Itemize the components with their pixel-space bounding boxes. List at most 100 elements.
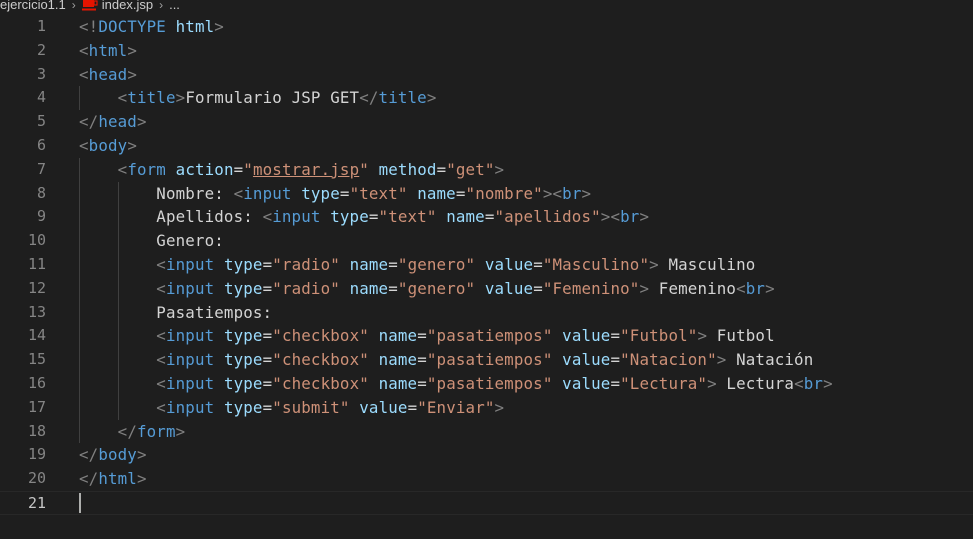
code-line[interactable]: 12 <input type="radio" name="genero" val… bbox=[0, 277, 973, 301]
code-line[interactable]: 8 Nombre: <input type="text" name="nombr… bbox=[0, 182, 973, 206]
code-line[interactable]: 6 <body> bbox=[0, 134, 973, 158]
code-token: > bbox=[175, 421, 186, 441]
code-line[interactable]: 10 Genero: bbox=[0, 229, 973, 253]
code-token: < bbox=[262, 207, 273, 227]
code-token: > bbox=[175, 88, 186, 108]
code-token: name bbox=[378, 374, 418, 393]
code-token: DOCTYPE bbox=[98, 17, 166, 36]
code-line[interactable]: 3 <head> bbox=[0, 63, 973, 87]
indent-guide bbox=[79, 157, 80, 444]
code-token: Femenino bbox=[649, 278, 737, 298]
code-token: > bbox=[494, 397, 505, 417]
code-token: = bbox=[407, 397, 418, 417]
code-token: </ bbox=[79, 469, 99, 489]
code-token: value bbox=[562, 374, 611, 393]
code-text: Nombre: <input type="text" name="nombre"… bbox=[79, 182, 591, 206]
code-token: "Natacion" bbox=[620, 350, 717, 370]
code-token: mostrar.jsp bbox=[252, 159, 360, 179]
code-token: "checkbox" bbox=[272, 374, 369, 393]
code-token: <! bbox=[79, 17, 99, 36]
code-text: </form> bbox=[79, 420, 186, 444]
code-token: > bbox=[581, 183, 592, 203]
code-line[interactable]: 13 Pasatiempos: bbox=[0, 301, 973, 325]
code-token: html bbox=[175, 17, 215, 36]
code-token: < bbox=[610, 207, 621, 227]
code-token: input bbox=[165, 255, 215, 274]
code-line[interactable]: 17 <input type="submit" value="Enviar"> bbox=[0, 396, 973, 420]
code-token: = bbox=[368, 207, 379, 227]
code-token: < bbox=[156, 350, 166, 370]
code-token: input bbox=[165, 326, 215, 346]
code-token: br bbox=[745, 278, 766, 298]
line-number: 18 bbox=[27, 421, 46, 440]
code-token: input bbox=[272, 207, 321, 227]
code-text: <head> bbox=[79, 63, 137, 87]
code-token: = bbox=[388, 255, 398, 274]
code-line[interactable]: 21 bbox=[0, 491, 973, 515]
code-line[interactable]: 14 <input type="checkbox" name="pasatiem… bbox=[0, 324, 973, 348]
breadcrumb-folder[interactable]: ejercicio1.1 bbox=[0, 0, 66, 12]
code-line[interactable]: 15 <input type="checkbox" name="pasatiem… bbox=[0, 348, 973, 372]
code-token: html bbox=[88, 40, 128, 60]
line-number: 5 bbox=[36, 112, 46, 131]
code-token: form bbox=[136, 421, 176, 441]
line-number: 2 bbox=[36, 40, 46, 59]
code-token: < bbox=[156, 374, 166, 393]
code-token: > bbox=[426, 88, 437, 108]
code-token: < bbox=[117, 159, 128, 179]
code-line[interactable]: 1 <!DOCTYPE html> bbox=[0, 15, 973, 39]
code-token: type bbox=[223, 255, 263, 274]
code-token: = bbox=[533, 278, 543, 298]
code-token: action bbox=[175, 159, 234, 179]
code-token: head bbox=[88, 64, 128, 84]
code-line[interactable]: 20 </html> bbox=[0, 467, 973, 491]
code-text: <!DOCTYPE html> bbox=[79, 15, 224, 39]
code-token: "radio" bbox=[272, 255, 340, 274]
code-token: "pasatiempos" bbox=[426, 350, 553, 370]
indent-guide bbox=[79, 86, 80, 111]
code-text: <input type="submit" value="Enviar"> bbox=[79, 396, 504, 420]
code-token: type bbox=[223, 350, 263, 370]
code-line[interactable]: 18 </form> bbox=[0, 420, 973, 444]
code-token: value bbox=[484, 278, 534, 298]
code-line[interactable]: 11 <input type="radio" name="genero" val… bbox=[0, 253, 973, 277]
code-token: title bbox=[378, 88, 427, 108]
code-line[interactable]: 4 <title>Formulario JSP GET</title> bbox=[0, 86, 973, 110]
line-number: 20 bbox=[27, 469, 46, 488]
code-line[interactable]: 2 <html> bbox=[0, 39, 973, 63]
breadcrumb-file[interactable]: index.jsp bbox=[102, 0, 153, 12]
code-text: <title>Formulario JSP GET</title> bbox=[79, 86, 437, 110]
code-line[interactable]: 9 Apellidos: <input type="text" name="ap… bbox=[0, 205, 973, 229]
code-editor[interactable]: 1 <!DOCTYPE html> 2 <html> 3 <head> 4 <title>F… bbox=[0, 15, 973, 539]
code-token: "genero" bbox=[397, 278, 476, 298]
code-token: input bbox=[165, 374, 215, 393]
code-line[interactable]: 16 <input type="checkbox" name="pasatiem… bbox=[0, 372, 973, 396]
code-token: "checkbox" bbox=[272, 326, 369, 346]
code-token: br bbox=[562, 183, 582, 203]
code-token: Futbol bbox=[707, 326, 775, 346]
code-text: Pasatiempos: bbox=[79, 301, 272, 325]
code-token: = bbox=[610, 350, 621, 370]
line-number: 21 bbox=[27, 494, 46, 512]
breadcrumb-symbols[interactable]: ... bbox=[169, 0, 180, 12]
code-text: <input type="checkbox" name="pasatiempos… bbox=[79, 348, 813, 372]
code-token: Apellidos: bbox=[79, 207, 263, 227]
code-line[interactable]: 5 </head> bbox=[0, 110, 973, 134]
code-token: < bbox=[552, 183, 563, 203]
code-token: title bbox=[127, 88, 176, 108]
code-text: <body> bbox=[79, 134, 137, 158]
code-line[interactable]: 7 <form action="mostrar.jsp" method="get… bbox=[0, 158, 973, 182]
code-line[interactable]: 19 </body> bbox=[0, 443, 973, 467]
